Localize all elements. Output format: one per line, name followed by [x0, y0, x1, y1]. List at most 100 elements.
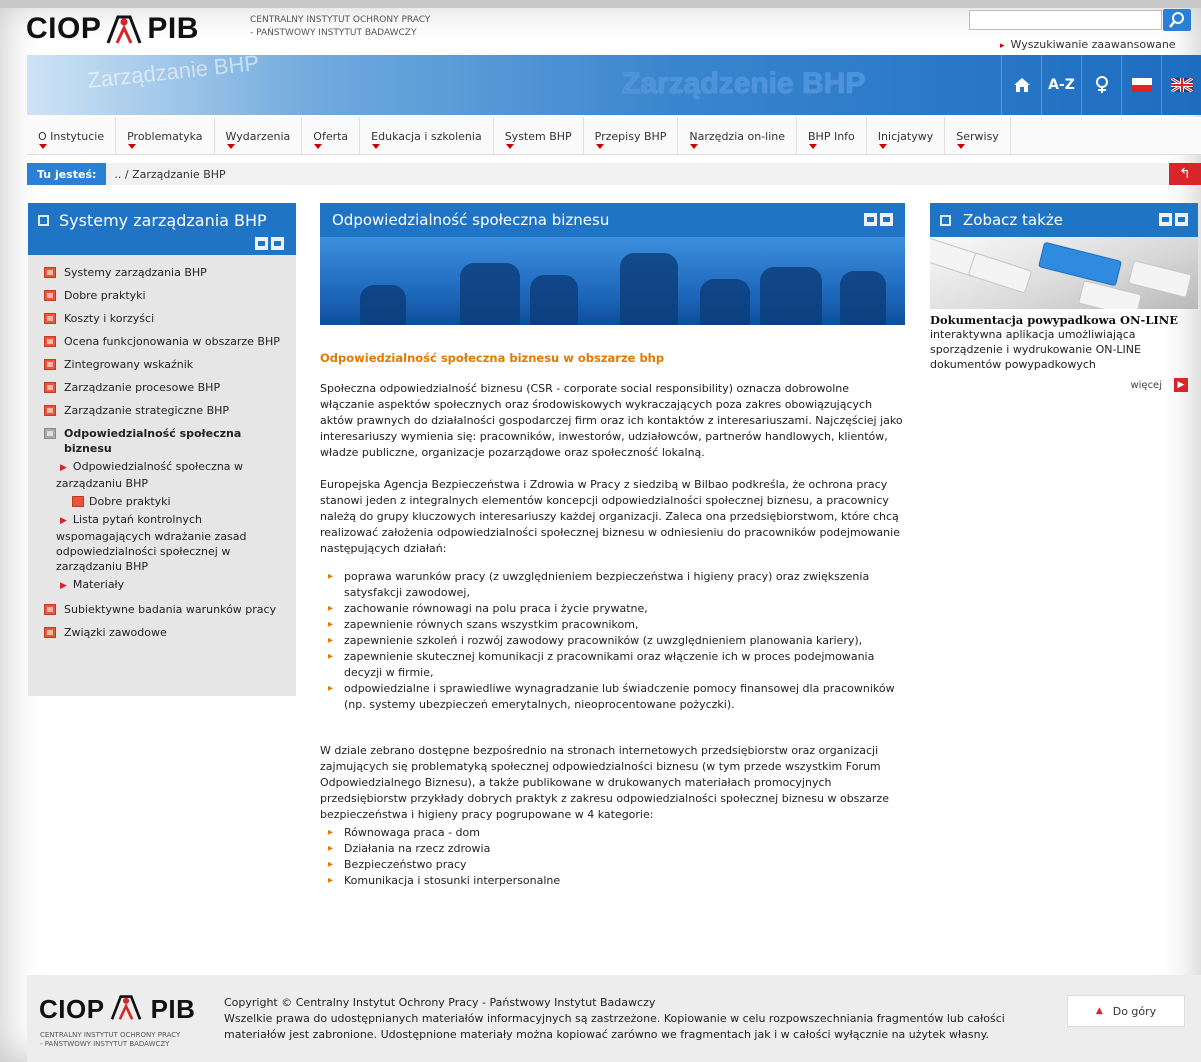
minimize-button[interactable] [271, 237, 284, 250]
main-nav: O Instytucie Problematyka Wydarzenia Ofe… [27, 117, 1201, 155]
main-panel-title: Odpowiedzialność społeczna biznesu [332, 211, 610, 229]
sidebar-subitem-label: Dobre praktyki [89, 495, 171, 508]
nav-item-serwisy[interactable]: Serwisy [945, 117, 1011, 155]
top-strip [0, 0, 1201, 8]
breadcrumb: Tu jesteś: .. / Zarządzanie BHP ↰ [27, 163, 1201, 185]
panel-square-icon [940, 214, 951, 226]
page: CIOP PIB CENTRALNY INSTYTUT OCHRONY PRAC… [0, 0, 1201, 1062]
nav-item-przepisy[interactable]: Przepisy BHP [584, 117, 679, 155]
sidebar-item-label: Ocena funkcjonowania w obszarze BHP [64, 335, 280, 348]
breadcrumb-path[interactable]: .. / Zarządzanie BHP [114, 168, 225, 181]
arrow-right-icon: ▸ [1000, 41, 1005, 51]
collapse-button[interactable] [255, 237, 268, 250]
left-panel-title: Systemy zarządzania BHP [59, 211, 267, 230]
footer-logo-left: CIOP [39, 993, 105, 1024]
sidebar-item[interactable]: Związki zawodowe [44, 625, 280, 640]
rights-notice: Wszelkie prawa do udostępnianych materia… [224, 1012, 1005, 1041]
search-button[interactable] [1163, 9, 1191, 31]
featured-link-title[interactable]: Dokumentacja powypadkowa ON-LINE [930, 313, 1198, 327]
nav-item-narzedzia[interactable]: Narzędzia on-line [678, 117, 798, 155]
nav-item-wydarzenia[interactable]: Wydarzenia [215, 117, 303, 155]
footer-logo-right: PIB [150, 993, 196, 1024]
nav-item-oferta[interactable]: Oferta [302, 117, 361, 155]
collapse-button[interactable] [864, 213, 877, 226]
pl-flag-icon[interactable] [1121, 55, 1161, 115]
sidebar-item-active[interactable]: Odpowiedzialność społeczna biznesu [44, 426, 280, 456]
keyboard-image[interactable] [930, 237, 1198, 309]
logo[interactable]: CIOP PIB [26, 12, 199, 46]
accessibility-icon[interactable] [1081, 55, 1121, 115]
sidebar-item[interactable]: Systemy zarządzania BHP [44, 265, 280, 280]
sidebar-item[interactable]: Zarządzanie procesowe BHP [44, 380, 280, 395]
sidebar-item-label: Dobre praktyki [64, 289, 146, 302]
sidebar-item[interactable]: Zarządzanie strategiczne BHP [44, 403, 280, 418]
sidebar-subitem[interactable]: Dobre praktyki [72, 494, 280, 509]
sidebar-subitem-label: Odpowiedzialność społeczna w zarządzaniu… [56, 460, 244, 490]
list-item[interactable]: Komunikacja i stosunki interpersonalne [320, 873, 905, 889]
sidebar-subitem[interactable]: ▶ Lista pytań kontrolnych wspomagających … [56, 512, 280, 574]
sidebar-item[interactable]: Koszty i korzyści [44, 311, 280, 326]
breadcrumb-label: Tu jesteś: [27, 163, 107, 185]
arrow-right-icon: ▶ [1174, 378, 1188, 392]
footer-institute-line-1: CENTRALNY INSTYTUT OCHRONY PRACY [40, 1031, 181, 1039]
uk-flag-icon[interactable] [1161, 55, 1201, 115]
paragraph: W dziale zebrano dostępne bezpośrednio n… [320, 744, 889, 821]
footer-logo[interactable]: CIOP PIB [39, 993, 195, 1025]
main-panel-header: Odpowiedzialność społeczna biznesu [320, 203, 905, 237]
sidebar-item-label: Zarządzanie strategiczne BHP [64, 404, 230, 417]
sidebar-item-label: Zintegrowany wskaźnik [64, 358, 194, 371]
sidebar-subitem-label: Materiały [72, 578, 125, 591]
nav-item-inicjatywy[interactable]: Inicjatywy [867, 117, 946, 155]
nav-item-edukacja[interactable]: Edukacja i szkolenia [360, 117, 494, 155]
copyright: Copyright © Centralny Instytut Ochrony P… [224, 996, 656, 1009]
more-link[interactable]: więcej ▶ [930, 378, 1198, 392]
main-content: Odpowiedzialność społeczna biznesu Odpow… [320, 203, 905, 889]
logo-text-left: CIOP [26, 12, 102, 45]
minimize-button[interactable] [880, 213, 893, 226]
minimize-button[interactable] [1175, 213, 1188, 226]
advanced-search-label: Wyszukiwanie zaawansowane [1010, 38, 1176, 51]
back-button[interactable]: ↰ [1169, 163, 1201, 185]
arrow-up-icon: ▲ [1095, 1006, 1103, 1016]
sidebar-item-label: Odpowiedzialność społeczna biznesu [64, 427, 242, 455]
sidebar-item[interactable]: Subiektywne badania warunków pracy [44, 602, 280, 617]
back-to-top-label: Do góry [1112, 1004, 1157, 1018]
nav-item-bhp-info[interactable]: BHP Info [797, 117, 867, 155]
collapse-button[interactable] [1159, 213, 1172, 226]
search-input[interactable] [969, 10, 1162, 30]
sidebar-item[interactable]: Ocena funkcjonowania w obszarze BHP [44, 334, 280, 349]
paragraph: Europejska Agencja Bezpieczeństwa i Zdro… [320, 478, 900, 555]
list-item[interactable]: Działania na rzecz zdrowia [320, 841, 905, 857]
sidebar-item-label: Związki zawodowe [64, 626, 167, 639]
az-index-button[interactable]: A-Z [1041, 55, 1081, 115]
bullet-list: poprawa warunków pracy (z uwzględnieniem… [320, 569, 905, 713]
list-item[interactable]: Bezpieczeństwo pracy [320, 857, 905, 873]
back-to-top-button[interactable]: ▲ Do góry [1067, 995, 1185, 1027]
business-meeting-image [320, 237, 905, 325]
sidebar-subitem[interactable]: ▶ Odpowiedzialność społeczna w zarządzani… [56, 459, 280, 491]
banner-toolbar: A-Z [1001, 55, 1201, 115]
banner: Zarządzanie BHP Zarządzenie BHP A-Z [27, 55, 1201, 115]
sidebar-item[interactable]: Zintegrowany wskaźnik [44, 357, 280, 372]
sidebar-subitem-label: Lista pytań kontrolnych wspomagających w… [56, 513, 247, 573]
footer-text: Copyright © Centralny Instytut Ochrony P… [224, 995, 1014, 1043]
list-item[interactable]: Równowaga praca - dom [320, 825, 905, 841]
logo-mark-icon [105, 13, 143, 45]
sidebar-item-label: Zarządzanie procesowe BHP [64, 381, 221, 394]
featured-link-desc: interaktywna aplikacja umożliwiająca spo… [930, 328, 1141, 371]
bullet-icon [44, 290, 56, 301]
sidebar-item[interactable]: Dobre praktyki [44, 288, 280, 303]
banner-title: Zarządzenie BHP [622, 67, 866, 100]
nav-item-o-instytucie[interactable]: O Instytucie [27, 117, 117, 155]
bullet-list: Równowaga praca - dom Działania na rzecz… [320, 825, 905, 889]
nav-item-system-bhp[interactable]: System BHP [494, 117, 584, 155]
bullet-icon [44, 604, 56, 615]
home-icon[interactable] [1001, 55, 1041, 115]
left-panel-header: Systemy zarządzania BHP [28, 203, 296, 255]
sidebar-subitem[interactable]: ▶ Materiały [56, 577, 280, 594]
sidebar-item-label: Koszty i korzyści [64, 312, 155, 325]
footer-institute-line-2: - PAŃSTWOWY INSTYTUT BADAWCZY [40, 1040, 170, 1048]
advanced-search-link[interactable]: ▸ Wyszukiwanie zaawansowane [1000, 38, 1176, 51]
nav-item-problematyka[interactable]: Problematyka [116, 117, 215, 155]
triangle-right-icon: ▶ [60, 581, 67, 591]
